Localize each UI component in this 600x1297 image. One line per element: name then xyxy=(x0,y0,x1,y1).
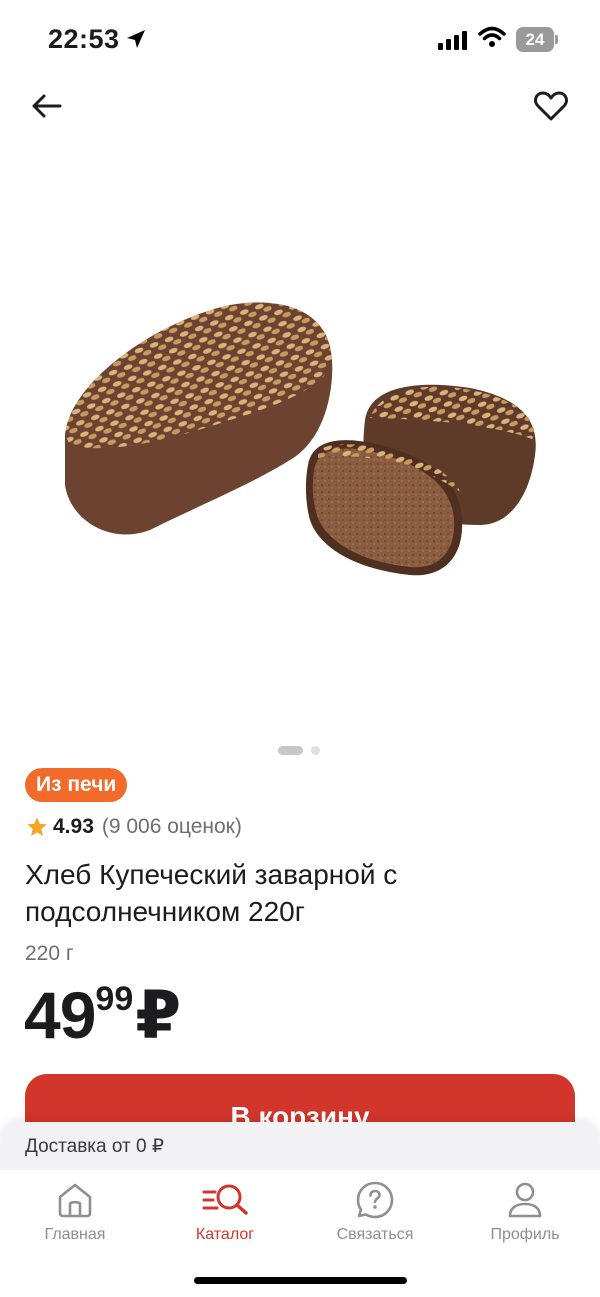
wifi-icon xyxy=(478,26,506,47)
tab-label: Главная xyxy=(44,1226,106,1243)
carousel-dot-active[interactable] xyxy=(278,745,303,755)
home-icon xyxy=(58,1183,92,1218)
star-icon xyxy=(27,817,47,836)
catalog-search-icon xyxy=(202,1184,248,1215)
battery-indicator: 24 xyxy=(516,27,558,52)
back-button[interactable] xyxy=(26,86,66,126)
tab-label: Каталог xyxy=(195,1226,255,1243)
heart-icon xyxy=(534,91,568,121)
tab-catalog[interactable]: Каталог xyxy=(150,1180,300,1244)
arrow-left-icon xyxy=(32,94,62,118)
product-title: Хлеб Купеческий заварной с подсолнечнико… xyxy=(25,859,398,927)
battery-cap xyxy=(555,35,558,44)
tab-bar: Главная Каталог Связаться Профиль xyxy=(0,1170,600,1255)
product-rating[interactable]: 4.93 (9 006 оценок) xyxy=(26,815,242,839)
rating-count: (9 006 оценок) xyxy=(101,815,242,838)
price-integer: 49 xyxy=(24,978,96,1052)
cellular-signal-icon xyxy=(438,31,467,50)
tab-contact[interactable]: Связаться xyxy=(300,1180,450,1244)
delivery-info-bar[interactable]: Доставка от 0 ₽ xyxy=(0,1122,600,1170)
product-price: 49 99 ₽ xyxy=(24,980,181,1050)
battery-level: 24 xyxy=(516,27,554,52)
carousel-dot[interactable] xyxy=(311,745,320,755)
bottom-panel: Доставка от 0 ₽ Главная Каталог Связатьс… xyxy=(0,1122,600,1297)
status-bar: 22:53 24 xyxy=(0,0,600,80)
favorite-button[interactable] xyxy=(530,86,572,126)
tab-label: Связаться xyxy=(336,1226,414,1243)
tab-profile[interactable]: Профиль xyxy=(450,1180,600,1244)
delivery-text: Доставка от 0 ₽ xyxy=(25,1136,164,1157)
status-time: 22:53 xyxy=(48,24,120,54)
home-indicator[interactable] xyxy=(194,1277,407,1284)
image-carousel-dots xyxy=(278,745,320,755)
product-badge: Из печи xyxy=(25,768,128,802)
product-image[interactable] xyxy=(40,280,560,600)
rating-value: 4.93 xyxy=(53,815,94,838)
profile-icon xyxy=(508,1182,542,1218)
location-arrow-icon xyxy=(127,30,145,48)
price-cents: 99 xyxy=(95,980,134,1018)
tab-home[interactable]: Главная xyxy=(0,1180,150,1244)
price-currency: ₽ xyxy=(135,978,182,1052)
help-chat-icon xyxy=(356,1181,394,1219)
tab-label: Профиль xyxy=(490,1226,560,1243)
product-weight: 220 г xyxy=(25,942,74,965)
